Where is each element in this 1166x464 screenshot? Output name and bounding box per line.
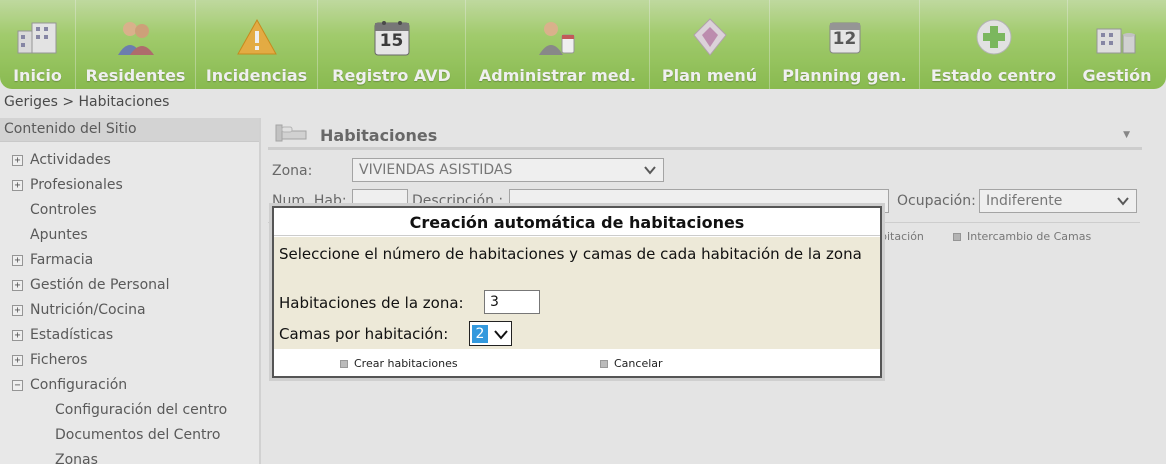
dialog-body: Seleccione el número de habitaciones y c… (274, 237, 880, 349)
crear-habitaciones-button[interactable]: Crear habitaciones (340, 357, 458, 370)
dialog-instructions: Seleccione el número de habitaciones y c… (279, 245, 862, 263)
dialog-title: Creación automática de habitaciones (274, 208, 880, 236)
bullet-icon (340, 359, 348, 368)
habitaciones-input[interactable]: 3 (484, 290, 540, 314)
dialog-footer: Crear habitaciones Cancelar (274, 349, 880, 376)
camas-label: Camas por habitación: (279, 325, 449, 343)
cancelar-button[interactable]: Cancelar (600, 357, 663, 370)
chevron-down-icon (494, 330, 508, 340)
bullet-icon (600, 359, 608, 368)
camas-select[interactable]: 2 (469, 321, 512, 346)
habitaciones-label: Habitaciones de la zona: (279, 294, 464, 312)
creation-dialog: Creación automática de habitaciones Sele… (272, 206, 882, 378)
